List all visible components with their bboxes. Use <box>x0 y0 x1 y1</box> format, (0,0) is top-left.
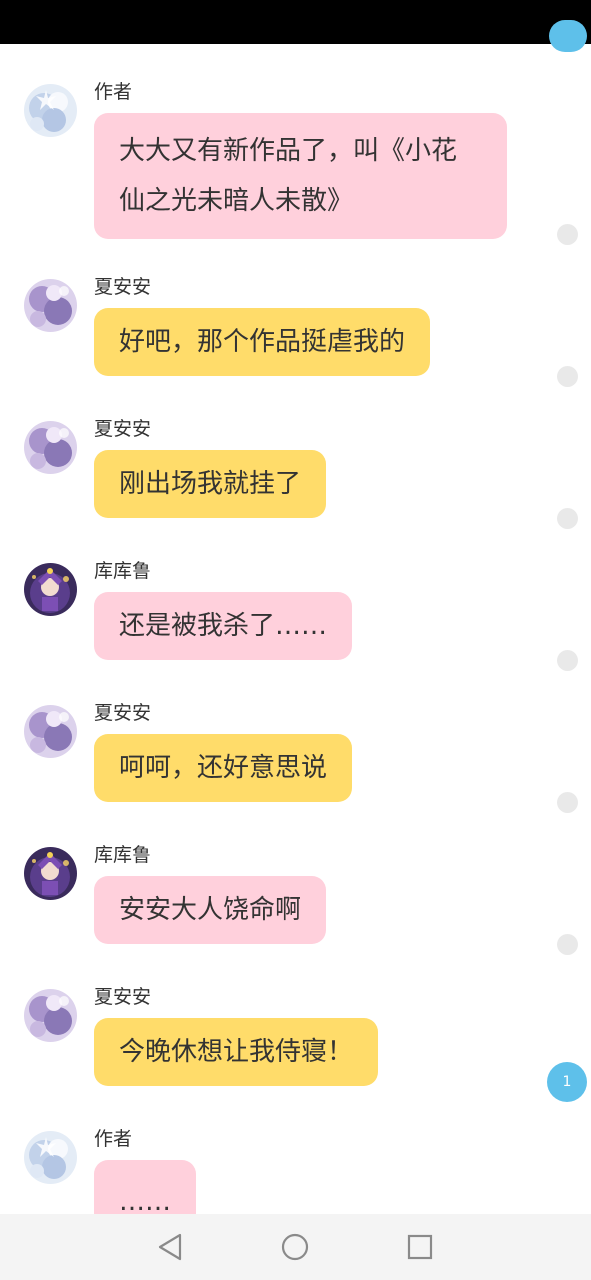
unread-count-badge[interactable]: 1 <box>547 1062 587 1102</box>
message-status-dot <box>557 224 578 245</box>
message-bubble[interactable]: 还是被我杀了…… <box>94 592 353 660</box>
navigation-bar <box>0 1214 591 1280</box>
message-bubble[interactable]: 大大又有新作品了，叫《小花仙之光未暗人未散》 <box>94 113 507 239</box>
message-bubble[interactable]: …… <box>94 1160 196 1214</box>
message-bubble[interactable]: 今晚休想让我侍寝！ <box>94 1018 379 1086</box>
message-bubble[interactable]: 呵呵，还好意思说 <box>94 734 353 802</box>
sender-name: 作者 <box>94 1128 133 1150</box>
triangle-back-icon[interactable] <box>150 1227 190 1267</box>
sender-name: 夏安安 <box>94 702 152 724</box>
xiaanan-avatar[interactable] <box>24 279 77 332</box>
sender-name: 库库鲁 <box>94 844 152 866</box>
chat-message-list[interactable]: 作者 大大又有新作品了，叫《小花仙之光未暗人未散》 夏安安 好吧，那个作品挺虐我… <box>0 44 591 1214</box>
author-avatar[interactable] <box>24 1131 77 1184</box>
message-status-dot <box>557 508 578 529</box>
message-bubble[interactable]: 刚出场我就挂了 <box>94 450 327 518</box>
sender-name: 夏安安 <box>94 986 152 1008</box>
xiaanan-avatar[interactable] <box>24 989 77 1042</box>
kukulu-avatar[interactable] <box>24 847 77 900</box>
message-status-dot <box>557 792 578 813</box>
sender-name: 夏安安 <box>94 418 152 440</box>
sender-name: 夏安安 <box>94 276 152 298</box>
xiaanan-avatar[interactable] <box>24 705 77 758</box>
xiaanan-avatar[interactable] <box>24 421 77 474</box>
circle-home-icon[interactable] <box>275 1227 315 1267</box>
kukulu-avatar[interactable] <box>24 563 77 616</box>
message-status-dot <box>557 366 578 387</box>
message-status-dot <box>557 650 578 671</box>
message-status-dot <box>557 934 578 955</box>
sender-name: 作者 <box>94 81 133 103</box>
square-recents-icon[interactable] <box>400 1227 440 1267</box>
sender-name: 库库鲁 <box>94 560 152 582</box>
message-bubble[interactable]: 好吧，那个作品挺虐我的 <box>94 308 431 376</box>
author-avatar[interactable] <box>24 84 77 137</box>
status-bar <box>0 0 591 44</box>
message-bubble[interactable]: 安安大人饶命啊 <box>94 876 327 944</box>
